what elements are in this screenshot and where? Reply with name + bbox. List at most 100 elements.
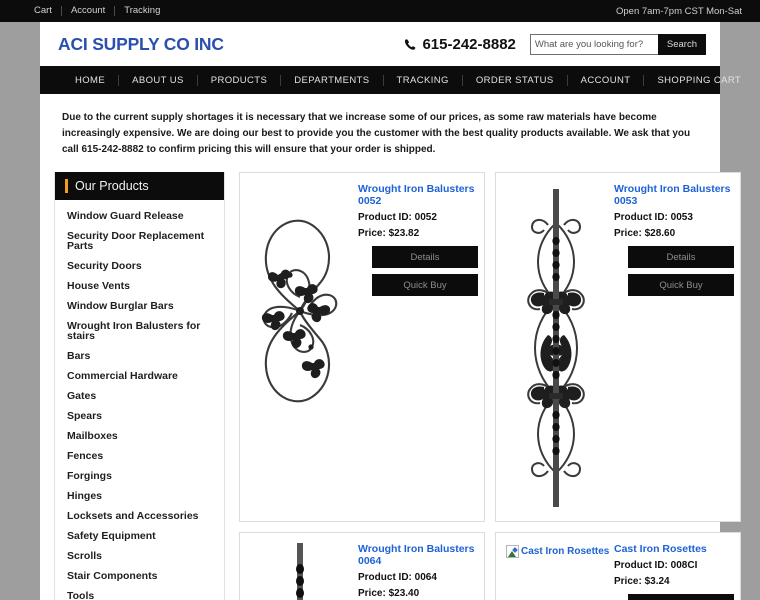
quick-buy-button[interactable]: Quick Buy <box>372 274 478 296</box>
site-container: ACI SUPPLY CO INC 615-242-8882 Search HO… <box>40 22 741 600</box>
product-title-link[interactable]: Wrought Iron Balusters 0053 <box>614 183 734 207</box>
list-item: Scrolls <box>55 546 224 566</box>
site-logo[interactable]: ACI SUPPLY CO INC <box>58 34 224 55</box>
product-image-0052[interactable] <box>246 179 354 513</box>
main-navigation: HOME ABOUT US PRODUCTS DEPARTMENTS TRACK… <box>40 66 741 94</box>
list-item: Window Guard Release <box>55 206 224 226</box>
nav-item-products[interactable]: PRODUCTS <box>198 74 282 86</box>
list-item: Safety Equipment <box>55 526 224 546</box>
nav-item-order-status[interactable]: ORDER STATUS <box>463 74 568 86</box>
sidebar-item-wrought-iron-balusters-for-stairs[interactable]: Wrought Iron Balusters for stairs <box>55 316 224 346</box>
list-item: Hinges <box>55 486 224 506</box>
product-id: Product ID: 0064 <box>358 572 437 583</box>
product-price: Price: $28.60 <box>614 228 676 239</box>
header-right: 615-242-8882 Search <box>404 33 706 55</box>
product-title-link[interactable]: Cast Iron Rosettes <box>614 543 734 555</box>
nav-item-shopping-cart[interactable]: SHOPPING CART <box>644 75 754 86</box>
product-price: Price: $23.82 <box>358 228 420 239</box>
product-id: Product ID: 0052 <box>358 212 437 223</box>
list-item: Security Door Replacement Parts <box>55 226 224 256</box>
nav-item-home[interactable]: HOME <box>62 74 120 86</box>
list-item: Forgings <box>55 466 224 486</box>
sidebar-item-fences[interactable]: Fences <box>55 446 224 466</box>
price-notice: Due to the current supply shortages it i… <box>62 112 691 155</box>
list-item: Commercial Hardware <box>55 366 224 386</box>
page-content: Our Products Window Guard Release Securi… <box>40 172 741 600</box>
sidebar-category-list: Window Guard Release Security Door Repla… <box>55 200 224 600</box>
phone-number-text: 615-242-8882 <box>422 35 516 53</box>
search-input[interactable] <box>529 33 658 55</box>
nav-item-account[interactable]: ACCOUNT <box>568 74 645 86</box>
product-title-link[interactable]: Wrought Iron Balusters 0064 <box>358 543 478 567</box>
broken-image-icon: Cast Iron Rosettes <box>506 543 609 558</box>
phone-icon <box>404 38 417 51</box>
sidebar-header: Our Products <box>55 172 224 200</box>
sidebar-item-scrolls[interactable]: Scrolls <box>55 546 224 566</box>
product-image-0064[interactable] <box>246 539 354 600</box>
nav-item-about-us[interactable]: ABOUT US <box>119 74 198 86</box>
phone-number[interactable]: 615-242-8882 <box>404 35 516 53</box>
accent-bar-icon <box>65 179 68 193</box>
product-card: Wrought Iron Balusters 0052 Product ID: … <box>239 172 485 522</box>
product-price: Price: $3.24 <box>614 576 670 587</box>
list-item: Wrought Iron Balusters for stairs <box>55 316 224 346</box>
sidebar-item-house-vents[interactable]: House Vents <box>55 276 224 296</box>
sidebar-item-window-burglar-bars[interactable]: Window Burglar Bars <box>55 296 224 316</box>
sidebar-item-hinges[interactable]: Hinges <box>55 486 224 506</box>
sidebar-item-mailboxes[interactable]: Mailboxes <box>55 426 224 446</box>
sidebar-item-commercial-hardware[interactable]: Commercial Hardware <box>55 366 224 386</box>
sidebar-item-tools[interactable]: Tools <box>55 586 224 600</box>
nav-item-tracking[interactable]: TRACKING <box>384 74 463 86</box>
list-item: Tools <box>55 586 224 600</box>
list-item: Locksets and Accessories <box>55 506 224 526</box>
nav-item-departments[interactable]: DEPARTMENTS <box>281 74 384 86</box>
list-item: Stair Components <box>55 566 224 586</box>
product-card: Wrought Iron Balusters 0064 Product ID: … <box>239 532 485 600</box>
sidebar-item-forgings[interactable]: Forgings <box>55 466 224 486</box>
product-info: Wrought Iron Balusters 0052 Product ID: … <box>354 179 478 513</box>
store-hours: Open 7am-7pm CST Mon-Sat <box>615 5 742 17</box>
product-info: Cast Iron Rosettes Product ID: 008CI Pri… <box>610 539 734 600</box>
product-info: Wrought Iron Balusters 0064 Product ID: … <box>354 539 478 600</box>
search-button[interactable]: Search <box>657 33 706 55</box>
site-header: ACI SUPPLY CO INC 615-242-8882 Search <box>40 22 720 66</box>
product-title-link[interactable]: Wrought Iron Balusters 0052 <box>358 183 478 207</box>
top-link-account[interactable]: Account <box>62 6 116 16</box>
sidebar-item-stair-components[interactable]: Stair Components <box>55 566 224 586</box>
product-info: Wrought Iron Balusters 0053 Product ID: … <box>610 179 734 513</box>
page-root: Cart Account Tracking Open 7am-7pm CST M… <box>0 0 760 600</box>
list-item: House Vents <box>55 276 224 296</box>
product-id: Product ID: 0053 <box>614 212 693 223</box>
product-price: Price: $23.40 <box>358 588 420 599</box>
list-item: Mailboxes <box>55 426 224 446</box>
product-card: Cast Iron Rosettes Cast Iron Rosettes Pr… <box>495 532 741 600</box>
product-image-008ci[interactable]: Cast Iron Rosettes <box>502 539 610 600</box>
top-utility-bar: Cart Account Tracking Open 7am-7pm CST M… <box>0 0 760 22</box>
sidebar-item-spears[interactable]: Spears <box>55 406 224 426</box>
list-item: Spears <box>55 406 224 426</box>
sidebar-item-window-guard-release[interactable]: Window Guard Release <box>55 206 224 226</box>
sidebar-title: Our Products <box>75 179 149 193</box>
search-box: Search <box>529 33 706 55</box>
product-card: Wrought Iron Balusters 0053 Product ID: … <box>495 172 741 522</box>
list-item: Fences <box>55 446 224 466</box>
list-item: Bars <box>55 346 224 366</box>
top-link-tracking[interactable]: Tracking <box>115 6 169 16</box>
sidebar-item-security-door-replacement-parts[interactable]: Security Door Replacement Parts <box>55 226 224 256</box>
sidebar-item-locksets-and-accessories[interactable]: Locksets and Accessories <box>55 506 224 526</box>
details-button[interactable]: Details <box>628 594 734 600</box>
sidebar-item-safety-equipment[interactable]: Safety Equipment <box>55 526 224 546</box>
sidebar-item-bars[interactable]: Bars <box>55 346 224 366</box>
top-link-cart[interactable]: Cart <box>34 6 62 16</box>
top-utility-links: Cart Account Tracking <box>34 6 169 16</box>
product-image-0053[interactable] <box>502 179 610 513</box>
broken-image-alt-text: Cast Iron Rosettes <box>521 546 610 557</box>
list-item: Gates <box>55 386 224 406</box>
product-grid: Wrought Iron Balusters 0052 Product ID: … <box>239 172 741 600</box>
details-button[interactable]: Details <box>372 246 478 268</box>
sidebar-item-gates[interactable]: Gates <box>55 386 224 406</box>
sidebar-item-security-doors[interactable]: Security Doors <box>55 256 224 276</box>
details-button[interactable]: Details <box>628 246 734 268</box>
quick-buy-button[interactable]: Quick Buy <box>628 274 734 296</box>
sidebar: Our Products Window Guard Release Securi… <box>54 172 225 600</box>
